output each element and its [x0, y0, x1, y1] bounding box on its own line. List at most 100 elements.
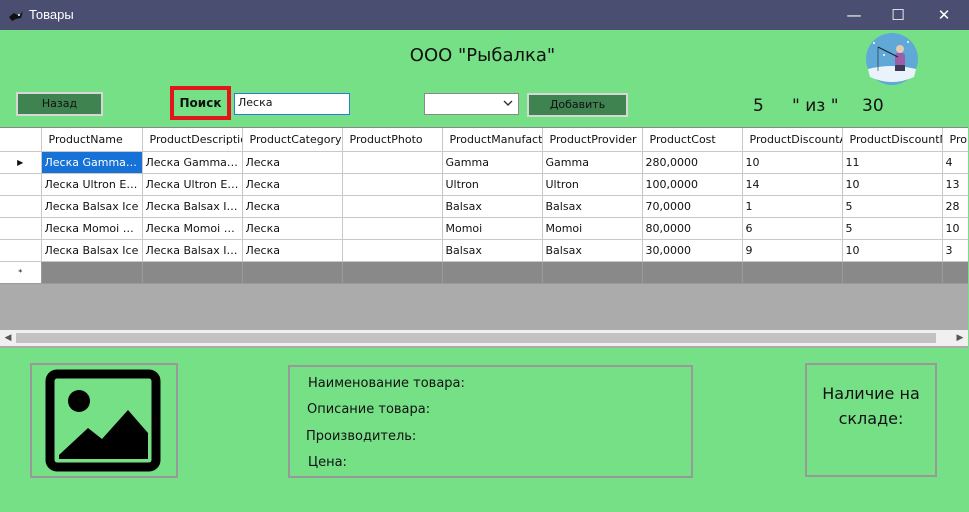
table-cell[interactable]: Леска: [242, 217, 343, 240]
table-cell[interactable]: [342, 151, 443, 174]
table-cell[interactable]: 10: [842, 173, 943, 196]
table-cell[interactable]: Gamma: [542, 151, 643, 174]
table-cell[interactable]: 11: [842, 151, 943, 174]
table-cell[interactable]: [542, 261, 643, 284]
table-cell[interactable]: 10: [942, 217, 968, 240]
table-cell[interactable]: Леска Gamma I...: [142, 151, 243, 174]
table-cell[interactable]: [642, 261, 743, 284]
table-cell[interactable]: Gamma: [442, 151, 543, 174]
table-cell[interactable]: 14: [742, 173, 843, 196]
company-name: ООО "Рыбалка": [409, 45, 556, 66]
column-header[interactable]: ProductProvider: [542, 128, 643, 152]
table-cell[interactable]: Леска: [242, 173, 343, 196]
column-header[interactable]: ProductCost: [642, 128, 743, 152]
table-cell[interactable]: [41, 261, 143, 284]
table-cell[interactable]: Леска Ultron Eli...: [142, 173, 243, 196]
column-header[interactable]: ProductCategory: [242, 128, 343, 152]
table-cell[interactable]: 4: [942, 151, 968, 174]
table-cell[interactable]: Леска: [242, 195, 343, 218]
table-row[interactable]: Леска Balsax Ice Леска Balsax Ic... Леск…: [0, 239, 968, 262]
table-cell[interactable]: Леска Balsax Ice: [41, 195, 143, 218]
scroll-right-icon[interactable]: ▶: [952, 330, 968, 346]
current-row-marker[interactable]: ▶: [0, 151, 42, 174]
back-button[interactable]: Назад: [16, 92, 103, 116]
table-cell[interactable]: Леска Momoi Hi...: [142, 217, 243, 240]
table-cell[interactable]: Balsax: [442, 239, 543, 262]
table-cell[interactable]: [942, 261, 968, 284]
table-cell[interactable]: Леска Balsax Ic...: [142, 195, 243, 218]
close-button[interactable]: ✕: [921, 0, 967, 30]
table-cell[interactable]: 80,0000: [642, 217, 743, 240]
row-header[interactable]: [0, 195, 42, 218]
table-cell[interactable]: 3: [942, 239, 968, 262]
of-label: " из ": [792, 96, 839, 116]
table-cell[interactable]: 5: [842, 195, 943, 218]
minimize-button[interactable]: —: [831, 0, 877, 30]
table-cell[interactable]: Леска: [242, 239, 343, 262]
table-row[interactable]: Леска Ultron Eli... Леска Ultron Eli... …: [0, 173, 968, 196]
products-grid[interactable]: ProductName ProductDescriptic ProductCat…: [0, 127, 968, 348]
add-button[interactable]: Добавить: [527, 93, 628, 117]
table-cell[interactable]: 10: [742, 151, 843, 174]
table-cell[interactable]: [842, 261, 943, 284]
table-cell[interactable]: 9: [742, 239, 843, 262]
column-header[interactable]: Pro: [942, 128, 968, 152]
search-input[interactable]: Леска: [234, 93, 350, 115]
table-cell[interactable]: 100,0000: [642, 173, 743, 196]
table-cell[interactable]: 70,0000: [642, 195, 743, 218]
table-cell[interactable]: 13: [942, 173, 968, 196]
column-header[interactable]: ProductPhoto: [342, 128, 443, 152]
table-cell[interactable]: 10: [842, 239, 943, 262]
filter-dropdown[interactable]: [424, 93, 519, 115]
table-cell[interactable]: 6: [742, 217, 843, 240]
table-cell[interactable]: Balsax: [542, 195, 643, 218]
table-cell[interactable]: [742, 261, 843, 284]
table-cell[interactable]: Леска: [242, 151, 343, 174]
table-cell[interactable]: [342, 173, 443, 196]
table-cell[interactable]: 30,0000: [642, 239, 743, 262]
maximize-button[interactable]: ☐: [875, 0, 921, 30]
horizontal-scrollbar[interactable]: ◀ ▶: [0, 330, 968, 346]
column-header[interactable]: ProductManufactı: [442, 128, 543, 152]
table-cell[interactable]: [142, 261, 243, 284]
table-cell[interactable]: [242, 261, 343, 284]
table-cell[interactable]: [342, 261, 443, 284]
table-cell[interactable]: Momoi: [542, 217, 643, 240]
table-cell[interactable]: Balsax: [542, 239, 643, 262]
product-info-box: Наименование товара: Описание товара: Пр…: [288, 365, 693, 478]
table-cell[interactable]: 1: [742, 195, 843, 218]
table-cell[interactable]: 28: [942, 195, 968, 218]
scroll-thumb[interactable]: [16, 333, 936, 343]
column-header[interactable]: ProductDescriptic: [142, 128, 243, 152]
new-row-marker[interactable]: *: [0, 261, 42, 284]
search-label: Поиск: [179, 96, 222, 110]
row-header[interactable]: [0, 239, 42, 262]
scroll-left-icon[interactable]: ◀: [0, 330, 16, 346]
table-cell[interactable]: Ultron: [442, 173, 543, 196]
new-row[interactable]: *: [0, 261, 968, 284]
row-header[interactable]: [0, 217, 42, 240]
table-cell[interactable]: Ultron: [542, 173, 643, 196]
table-cell[interactable]: 5: [842, 217, 943, 240]
table-cell[interactable]: [342, 239, 443, 262]
table-cell[interactable]: [342, 217, 443, 240]
table-cell[interactable]: Леска Balsax Ic...: [142, 239, 243, 262]
table-cell[interactable]: [342, 195, 443, 218]
table-cell[interactable]: Леска Gamma I...: [41, 151, 143, 174]
table-cell[interactable]: 280,0000: [642, 151, 743, 174]
table-cell[interactable]: [442, 261, 543, 284]
table-row[interactable]: ▶ Леска Gamma I... Леска Gamma I... Леск…: [0, 151, 968, 174]
table-cell[interactable]: Леска Ultron Eli...: [41, 173, 143, 196]
table-row[interactable]: Леска Momoi Hi... Леска Momoi Hi... Леск…: [0, 217, 968, 240]
chevron-down-icon: [503, 100, 513, 106]
table-cell[interactable]: Леска Balsax Ice: [41, 239, 143, 262]
row-header[interactable]: [0, 173, 42, 196]
column-header[interactable]: ProductDiscountA: [742, 128, 843, 152]
header-row: ProductName ProductDescriptic ProductCat…: [0, 128, 968, 152]
column-header[interactable]: ProductName: [41, 128, 143, 152]
table-row[interactable]: Леска Balsax Ice Леска Balsax Ic... Леск…: [0, 195, 968, 218]
table-cell[interactable]: Balsax: [442, 195, 543, 218]
table-cell[interactable]: Леска Momoi Hi...: [41, 217, 143, 240]
table-cell[interactable]: Momoi: [442, 217, 543, 240]
column-header[interactable]: ProductDiscountM: [842, 128, 943, 152]
